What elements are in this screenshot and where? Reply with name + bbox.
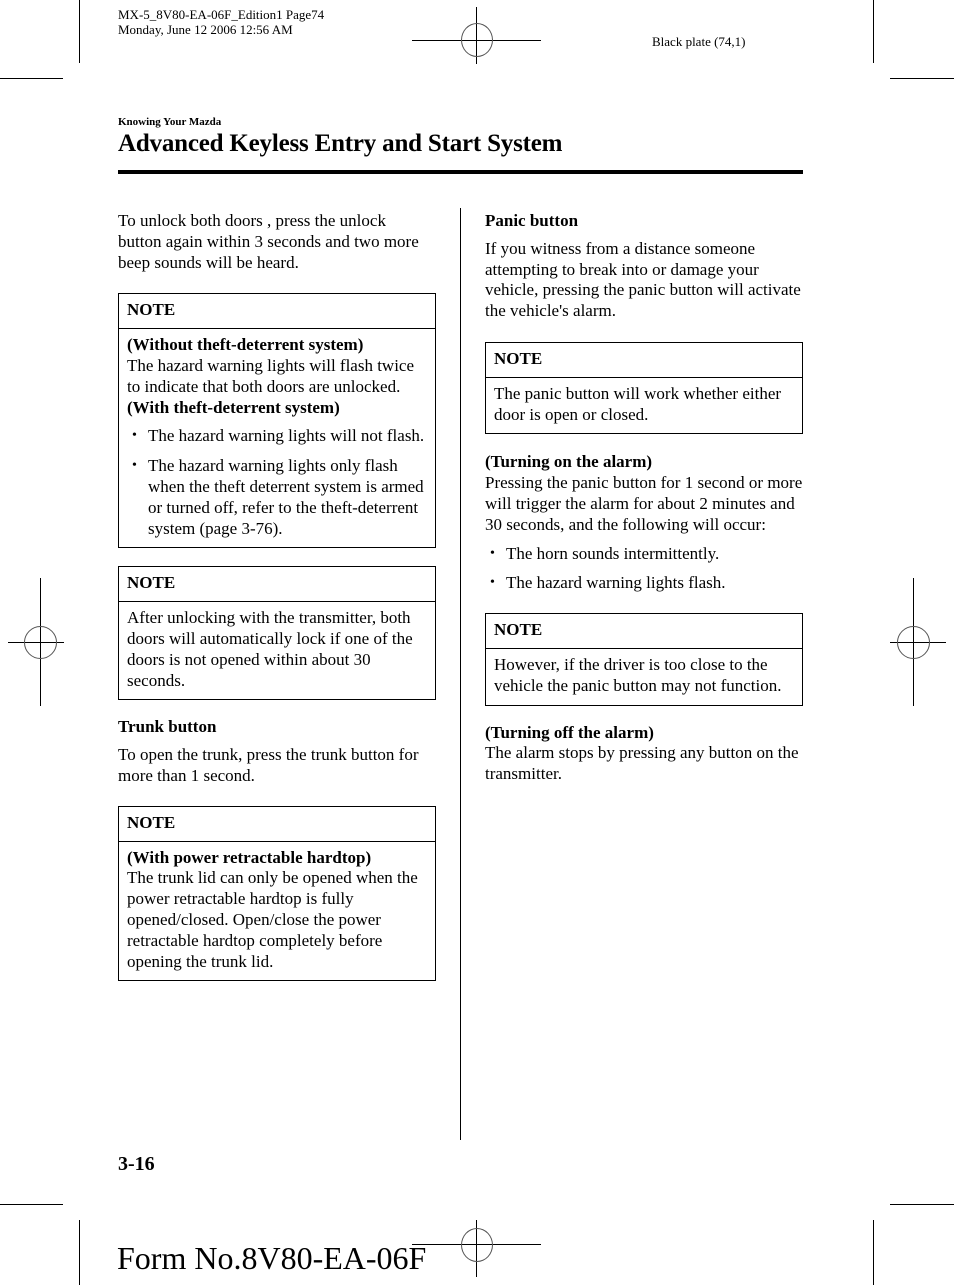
crop-mark	[79, 1220, 80, 1285]
form-number: Form No.8V80-EA-06F	[117, 1240, 427, 1276]
note-subheading: (Without theft-deterrent system)	[127, 335, 364, 355]
section-label: Knowing Your Mazda	[118, 116, 222, 128]
note-label: NOTE	[119, 294, 435, 330]
trunk-paragraph: To open the trunk, press the trunk butto…	[118, 745, 419, 785]
note-box: NOTE (With power retractable hardtop) Th…	[118, 805, 436, 982]
subheading-turning-on: (Turning on the alarm)	[485, 452, 653, 472]
panic-paragraph: If you witness from a distance someone a…	[485, 238, 801, 321]
plate-label: Black plate (74,1)	[652, 34, 746, 49]
crop-mark	[890, 78, 954, 79]
title-rule	[118, 170, 803, 174]
left-column: To unlock both doors , press the unlock …	[118, 211, 436, 982]
bullet-item: The hazard warning lights flash.	[485, 573, 803, 594]
subheading-turning-off: (Turning off the alarm)	[485, 722, 654, 742]
note-label: NOTE	[486, 343, 802, 378]
note-text: The trunk lid can only be opened when th…	[127, 868, 418, 971]
slug-filename: MX-5_8V80-EA-06F_Edition1 Page74	[118, 7, 325, 22]
note-subheading: (With power retractable hardtop)	[127, 847, 372, 867]
subsection-heading-trunk: Trunk button	[118, 717, 217, 737]
note-subheading: (With theft-deterrent system)	[127, 397, 340, 417]
note-box: NOTE (Without theft-deterrent system) Th…	[118, 293, 436, 549]
note-text: The hazard warning lights will flash twi…	[127, 355, 415, 396]
note-text: The panic button will work whether eithe…	[494, 383, 782, 424]
crop-mark	[873, 1220, 874, 1285]
right-column: Panic button If you witness from a dista…	[485, 211, 803, 785]
column-divider	[460, 208, 461, 1140]
note-label: NOTE	[119, 567, 435, 603]
bullet-item: The hazard warning lights will not flash…	[127, 426, 427, 447]
intro-paragraph: To unlock both doors , press the unlock …	[118, 211, 419, 272]
bullet-list: The horn sounds intermittently. The haza…	[485, 544, 803, 595]
crop-mark	[873, 0, 874, 63]
bullet-item: The horn sounds intermittently.	[485, 544, 803, 565]
note-label: NOTE	[486, 614, 802, 649]
slug-info: MX-5_8V80-EA-06F_Edition1 Page74 Monday,…	[118, 7, 324, 37]
crop-mark	[890, 1204, 954, 1205]
note-text: However, if the driver is too close to t…	[494, 654, 782, 695]
note-box: NOTE However, if the driver is too close…	[485, 613, 803, 706]
page-title: Advanced Keyless Entry and Start System	[118, 130, 563, 157]
page-number: 3-16	[118, 1153, 155, 1175]
turning-on-paragraph: Pressing the panic button for 1 second o…	[485, 473, 803, 534]
bullet-list: The hazard warning lights will not flash…	[127, 426, 427, 539]
crop-mark	[0, 78, 63, 79]
crop-mark	[79, 0, 80, 63]
turning-off-paragraph: The alarm stops by pressing any button o…	[485, 743, 799, 784]
note-label: NOTE	[119, 807, 435, 842]
crop-mark	[0, 1204, 63, 1205]
note-box: NOTE After unlocking with the transmitte…	[118, 566, 436, 701]
note-text: After unlocking with the transmitter, bo…	[127, 608, 413, 690]
subsection-heading-panic: Panic button	[485, 211, 579, 230]
note-box: NOTE The panic button will work whether …	[485, 341, 803, 435]
slug-date: Monday, June 12 2006 12:56 AM	[118, 22, 293, 37]
bullet-item: The hazard warning lights only flash whe…	[127, 456, 427, 539]
